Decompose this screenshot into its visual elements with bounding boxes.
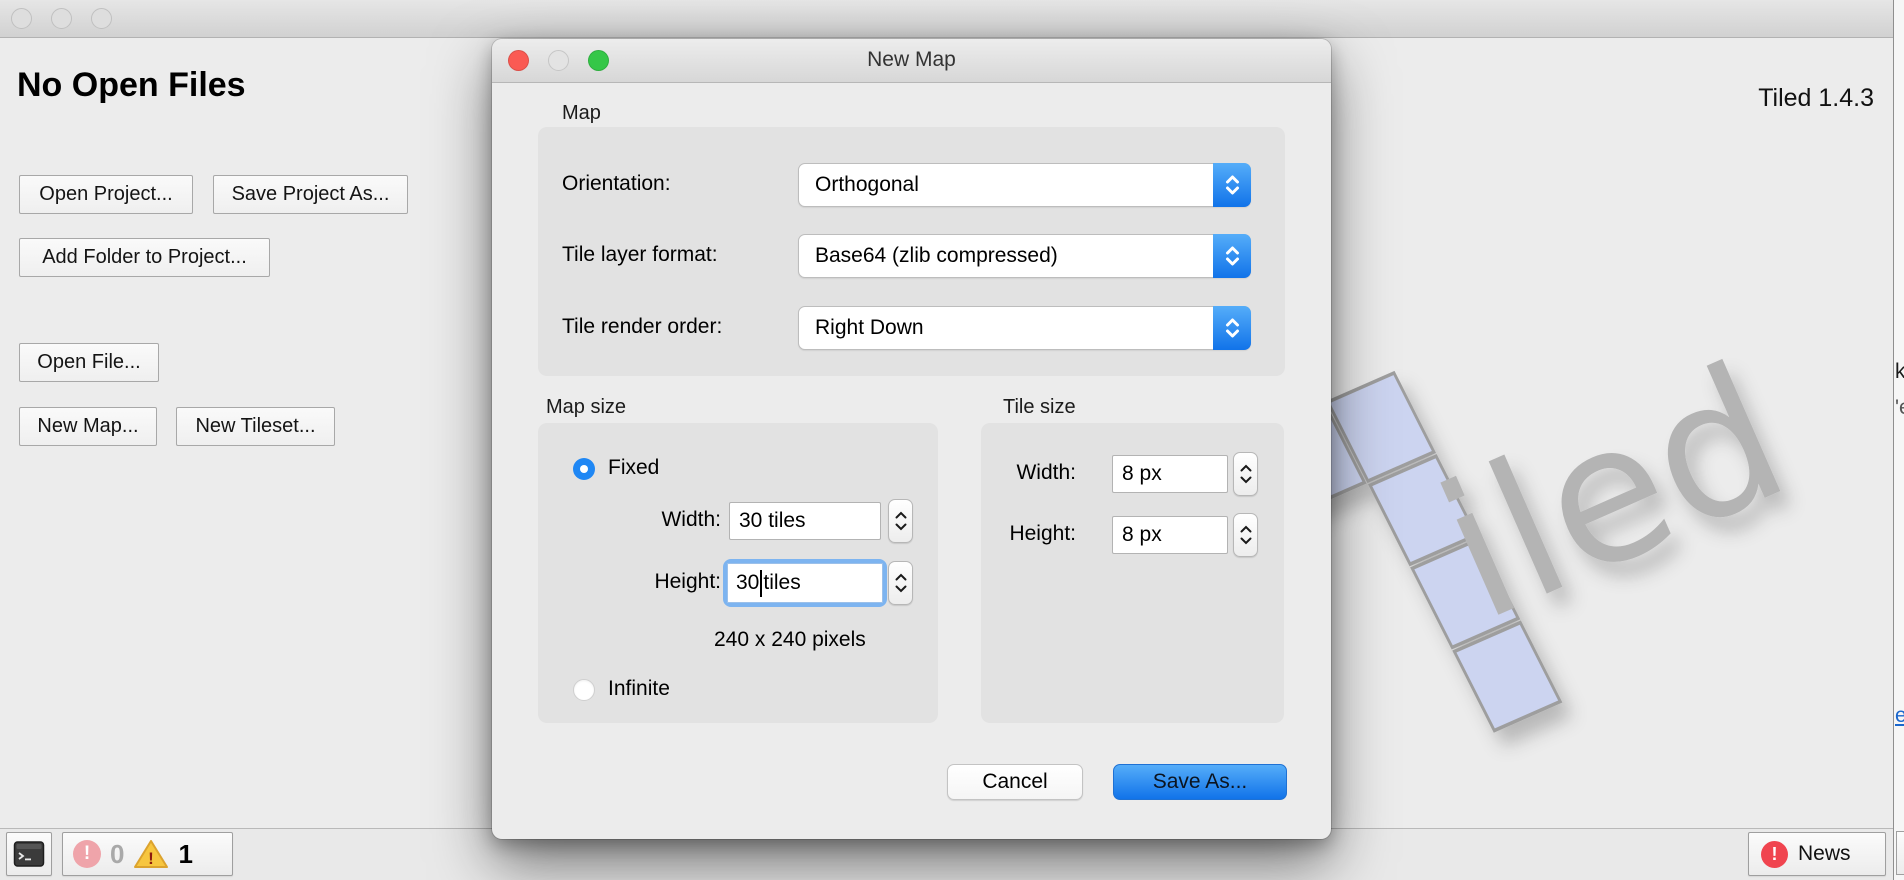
fixed-radio-label: Fixed [608, 456, 659, 480]
stepper-down-icon [1240, 537, 1252, 545]
map-size-group-label: Map size [546, 396, 626, 419]
orientation-label: Orientation: [562, 172, 671, 196]
save-project-as-button[interactable]: Save Project As... [213, 175, 408, 214]
dropdown-arrows-icon [1213, 234, 1251, 278]
map-groupbox: Orientation: Orthogonal Tile layer forma… [538, 127, 1285, 376]
tile-height-label: Height: [991, 522, 1076, 546]
tile-layer-format-select[interactable]: Base64 (zlib compressed) [798, 234, 1251, 278]
infinite-radio-label: Infinite [608, 677, 670, 701]
svg-text:!: ! [149, 849, 155, 868]
maximize-icon[interactable] [91, 8, 112, 29]
new-tileset-button[interactable]: New Tileset... [176, 407, 335, 446]
map-width-label: Width: [598, 508, 721, 532]
warning-count: 1 [178, 839, 192, 870]
tile-width-label: Width: [991, 461, 1076, 485]
console-toggle-button[interactable] [6, 832, 52, 876]
stepper-down-icon [1240, 476, 1252, 484]
map-size-groupbox: Fixed Width: 30 tiles Height: 30 tiles 2… [538, 423, 938, 723]
warning-icon: ! [133, 838, 169, 870]
infinite-radio[interactable] [573, 679, 595, 701]
map-height-stepper[interactable] [888, 561, 913, 605]
tile-height-stepper[interactable] [1233, 513, 1258, 557]
open-project-button[interactable]: Open Project... [19, 175, 193, 214]
edge-text-fragment: k [1895, 360, 1904, 384]
fixed-radio[interactable] [573, 458, 595, 480]
issues-counter-button[interactable]: ! 0 ! 1 [62, 832, 233, 876]
app-version-label: Tiled 1.4.3 [1758, 84, 1874, 113]
edge-link-fragment[interactable]: e [1895, 704, 1904, 728]
news-label: News [1798, 842, 1851, 866]
map-width-input[interactable]: 30 tiles [729, 502, 881, 540]
terminal-icon [13, 840, 45, 868]
pixel-size-readout: 240 x 240 pixels [714, 628, 866, 652]
dropdown-arrows-icon [1213, 163, 1251, 207]
error-icon: ! [73, 840, 101, 868]
new-map-dialog: New Map Map Orientation: Orthogonal Tile… [492, 39, 1331, 839]
stepper-up-icon [895, 573, 907, 581]
map-height-input[interactable]: 30 tiles [723, 559, 887, 607]
tile-height-input[interactable]: 8 px [1112, 516, 1228, 554]
tile-width-stepper[interactable] [1233, 452, 1258, 496]
add-folder-to-project-button[interactable]: Add Folder to Project... [19, 238, 270, 277]
stepper-up-icon [1240, 464, 1252, 472]
map-group-label: Map [562, 102, 601, 125]
error-count: 0 [110, 839, 124, 870]
tile-size-group-label: Tile size [1003, 396, 1076, 419]
dialog-titlebar[interactable]: New Map [492, 39, 1331, 83]
text-cursor [760, 570, 762, 597]
main-titlebar [0, 0, 1893, 38]
open-file-button[interactable]: Open File... [19, 343, 159, 382]
screen: iled No Open Files Tiled 1.4.3 Open Proj… [0, 0, 1904, 880]
edge-text-fragment: 'e [1895, 396, 1904, 420]
tile-size-groupbox: Width: 8 px Height: 8 px [981, 423, 1284, 723]
cancel-button[interactable]: Cancel [947, 764, 1083, 800]
watermark-text: iled [1411, 323, 1814, 663]
page-title: No Open Files [17, 66, 246, 105]
stepper-up-icon [1240, 525, 1252, 533]
dropdown-arrows-icon [1213, 306, 1251, 350]
edge-button-sliver [1896, 831, 1904, 875]
close-icon[interactable] [11, 8, 32, 29]
tile-render-order-select[interactable]: Right Down [798, 306, 1251, 350]
stepper-down-icon [895, 585, 907, 593]
map-width-stepper[interactable] [888, 499, 913, 543]
tile-width-input[interactable]: 8 px [1112, 455, 1228, 493]
stepper-up-icon [895, 511, 907, 519]
dialog-title: New Map [492, 48, 1331, 72]
save-as-button[interactable]: Save As... [1113, 764, 1287, 800]
new-map-button[interactable]: New Map... [19, 407, 157, 446]
map-height-label: Height: [598, 570, 721, 594]
news-button[interactable]: ! News [1748, 832, 1886, 876]
minimize-icon[interactable] [51, 8, 72, 29]
orientation-select[interactable]: Orthogonal [798, 163, 1251, 207]
background-window-sliver: k 'e e [1893, 0, 1904, 880]
news-alert-icon: ! [1761, 841, 1788, 868]
stepper-down-icon [895, 523, 907, 531]
tile-render-order-label: Tile render order: [562, 315, 722, 339]
tile-layer-format-label: Tile layer format: [562, 243, 718, 267]
